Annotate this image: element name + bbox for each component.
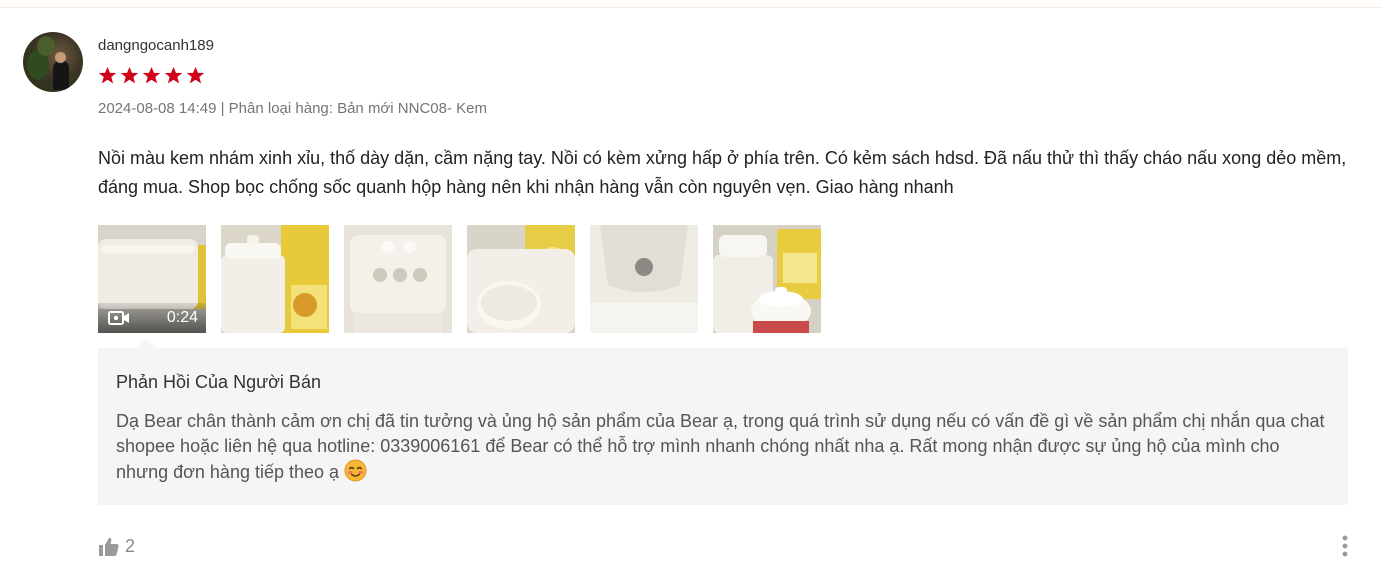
review-image-thumbnail[interactable] [713, 225, 821, 333]
review-image-thumbnail[interactable] [221, 225, 329, 333]
steamer-photo-image [344, 225, 452, 333]
blushing-face-icon [344, 459, 367, 482]
steamer-photo-image [590, 225, 698, 333]
review-content: Nồi màu kem nhám xinh xỉu, thố dày dặn, … [98, 148, 1347, 197]
seller-reply-text: Dạ Bear chân thành cảm ơn chị đã tin tưở… [116, 411, 1325, 482]
seller-reply: Phản Hồi Của Người Bán Dạ Bear chân thàn… [98, 339, 1348, 505]
review-video-thumbnail[interactable]: 0:24 [98, 225, 206, 333]
review-image-thumbnail[interactable] [467, 225, 575, 333]
steamer-photo-image [467, 225, 575, 333]
rating-stars [98, 66, 205, 85]
video-overlay: 0:24 [98, 303, 206, 333]
review-image-thumbnail[interactable] [344, 225, 452, 333]
review-meta: 2024-08-08 14:49 | Phân loại hàng: Bản m… [98, 100, 487, 117]
video-duration: 0:24 [166, 309, 198, 326]
steamer-photo-image [221, 225, 329, 333]
reviewer-username[interactable]: dangngocanh189 [98, 37, 214, 55]
seller-reply-title: Phản Hồi Của Người Bán [116, 372, 321, 392]
avatar[interactable] [23, 32, 83, 92]
video-camera-icon [108, 311, 129, 325]
steamer-photo-image [713, 225, 821, 333]
previous-review-divider [0, 0, 1382, 8]
star-icon [120, 66, 139, 84]
review-image-thumbnail[interactable] [590, 225, 698, 333]
like-button[interactable]: 2 [98, 536, 135, 557]
star-icon [98, 66, 117, 84]
star-icon [164, 66, 183, 84]
review-media-gallery: 0:24 [98, 225, 821, 333]
seller-reply-text-block: Dạ Bear chân thành cảm ơn chị đã tin tưở… [116, 409, 1336, 485]
star-icon [186, 66, 205, 84]
like-count: 2 [125, 536, 136, 556]
thumbs-up-icon [99, 537, 119, 556]
star-icon [142, 66, 161, 84]
more-options-icon[interactable] [1338, 534, 1352, 560]
